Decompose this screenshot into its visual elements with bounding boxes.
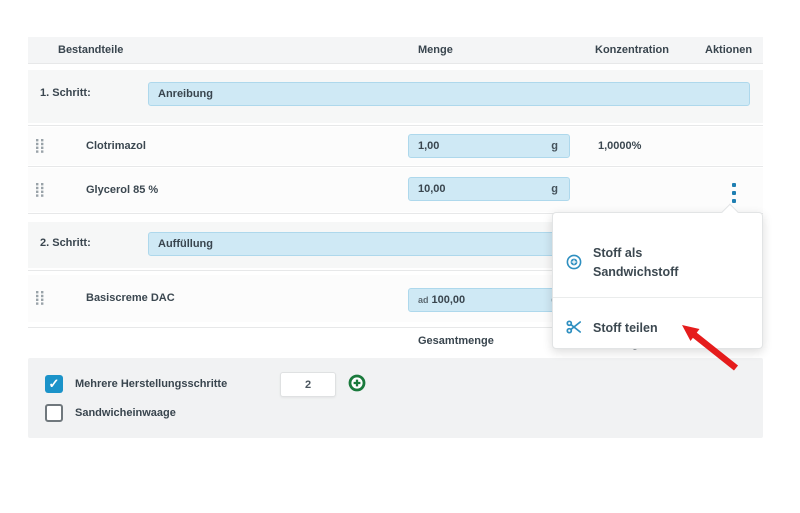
sandwich-label: Sandwicheinwaage — [75, 404, 176, 422]
options-panel: Mehrere Herstellungsschritte Sandwichein… — [28, 358, 763, 438]
circle-plus-icon — [566, 254, 582, 273]
recipe-editor: Bestandteile Menge Konzentration Aktione… — [0, 0, 800, 513]
drag-handle-icon[interactable] — [36, 183, 45, 197]
add-step-icon[interactable] — [348, 374, 366, 392]
amount-value: 100,00 — [432, 294, 466, 306]
drag-handle-icon[interactable] — [36, 291, 45, 305]
ingredient-name: Glycerol 85 % — [86, 184, 158, 196]
divider — [28, 125, 763, 126]
table-row-glycerol: Glycerol 85 % 10,00 g — [28, 168, 763, 212]
column-header-menge: Menge — [418, 37, 453, 63]
steps-count-input[interactable] — [280, 372, 336, 397]
amount-input-clotrimazol[interactable]: 1,00 g — [408, 134, 570, 158]
amount-value: 10,00 — [409, 183, 446, 195]
amount-prefix: ad — [409, 295, 429, 305]
table-header: Bestandteile Menge Konzentration Aktione… — [28, 37, 763, 63]
table-row-clotrimazol: Clotrimazol 1,00 g 1,0000% — [28, 127, 763, 165]
divider — [28, 63, 763, 64]
step-1-label: 1. Schritt: — [40, 87, 91, 99]
menu-item-label: Stoff als Sandwichstoff — [593, 244, 723, 282]
column-header-bestandteile: Bestandteile — [58, 37, 123, 63]
ingredient-name: Clotrimazol — [86, 140, 146, 152]
divider — [28, 166, 763, 167]
ingredient-name: Basiscreme DAC — [86, 292, 175, 304]
multiple-steps-label: Mehrere Herstellungsschritte — [75, 375, 227, 393]
scissors-icon — [566, 319, 582, 338]
drag-handle-icon[interactable] — [36, 139, 45, 153]
menu-divider — [553, 297, 762, 298]
step-1-name-input[interactable]: Anreibung — [148, 82, 750, 106]
concentration-value: 1,0000% — [598, 140, 641, 152]
unit-label: g — [551, 183, 569, 195]
total-amount-label: Gesamtmenge — [418, 335, 494, 347]
column-header-aktionen: Aktionen — [705, 37, 752, 63]
multiple-steps-checkbox[interactable] — [45, 375, 63, 393]
step-1-name-value: Anreibung — [149, 88, 213, 100]
unit-label: g — [551, 140, 569, 152]
red-pointer-arrow — [670, 317, 750, 379]
amount-input-basiscreme[interactable]: ad 100,00 g — [408, 288, 570, 312]
step-2-label: 2. Schritt: — [40, 237, 91, 249]
menu-item-stoff-als-sandwichstoff[interactable]: Stoff als Sandwichstoff — [553, 235, 762, 291]
row-actions-menu-icon[interactable] — [725, 183, 743, 203]
step-2-name-value: Auffüllung — [149, 238, 213, 250]
sandwich-checkbox[interactable] — [45, 404, 63, 422]
amount-value: 1,00 — [409, 140, 439, 152]
table-row-step-1: 1. Schritt: Anreibung — [28, 70, 763, 123]
amount-input-glycerol[interactable]: 10,00 g — [408, 177, 570, 201]
column-header-konzentration: Konzentration — [595, 37, 669, 63]
